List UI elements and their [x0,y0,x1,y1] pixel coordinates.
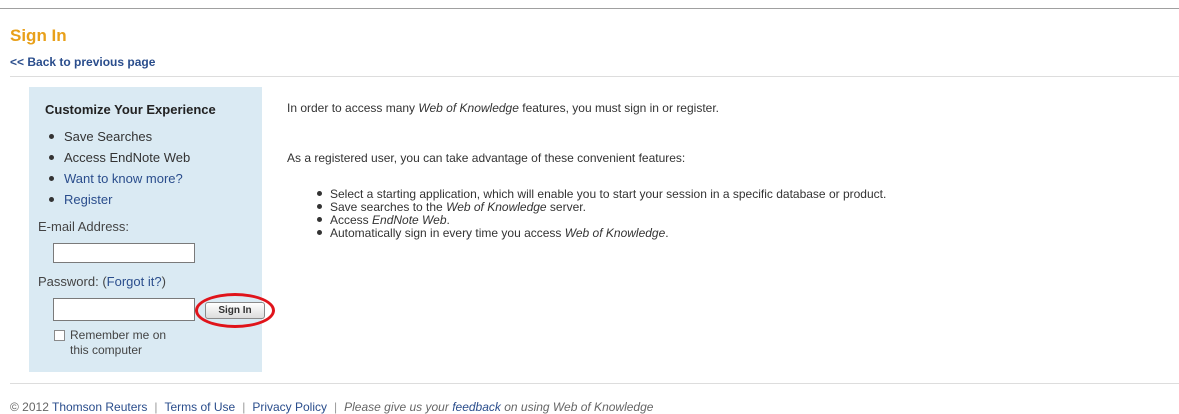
feedback-text: Please give us your feedback on using We… [344,400,654,414]
back-link[interactable]: << Back to previous page [10,55,155,69]
password-label: Password: [38,274,99,289]
privacy-policy-link[interactable]: Privacy Policy [252,400,327,414]
feature-item-endnote: Access EndNote Web [47,150,190,171]
feedback-link[interactable]: feedback [452,400,501,414]
top-divider [0,8,1179,9]
advantage-text: As a registered user, you can take advan… [287,151,686,165]
bullet-icon [49,155,54,161]
bullet-icon [317,204,322,210]
benefit-item: Automatically sign in every time you acc… [317,227,886,240]
remember-me-label[interactable]: Remember me on this computer [70,328,180,358]
thomson-reuters-link[interactable]: Thomson Reuters [52,400,147,414]
feature-list: Save Searches Access EndNote Web Want to… [47,129,190,213]
password-field[interactable] [53,298,195,321]
bullet-icon [49,134,54,140]
footer: © 2012 Thomson Reuters | Terms of Use | Priv… [10,400,653,414]
sidebar-heading: Customize Your Experience [45,102,216,117]
footer-divider [10,383,1179,384]
bullet-icon [317,217,322,223]
bullet-icon [317,191,322,197]
want-to-know-more-link[interactable]: Want to know more? [47,171,190,192]
email-field[interactable] [53,243,195,263]
footer-separator: | [242,400,246,414]
intro-text: In order to access many Web of Knowledge… [287,101,719,115]
footer-separator: | [154,400,158,414]
email-label: E-mail Address: [38,219,130,234]
footer-separator: | [334,400,338,414]
bullet-icon [49,176,54,182]
password-row: Password: (Forgot it?) [38,274,166,289]
bullet-icon [49,197,54,203]
terms-of-use-link[interactable]: Terms of Use [165,400,236,414]
register-link[interactable]: Register [47,192,190,213]
page-title: Sign In [10,26,67,45]
benefit-list: Select a starting application, which wil… [317,188,886,240]
remember-me-checkbox[interactable] [54,330,65,341]
feature-item-save-searches: Save Searches [47,129,190,150]
bullet-icon [317,230,322,236]
sign-in-button[interactable]: Sign In [205,302,265,319]
forgot-password-link[interactable]: Forgot it? [107,274,162,289]
copyright-text: © 2012 [10,400,52,414]
header-divider [10,76,1179,77]
sign-in-sidebar: Customize Your Experience Save Searches … [29,87,275,372]
